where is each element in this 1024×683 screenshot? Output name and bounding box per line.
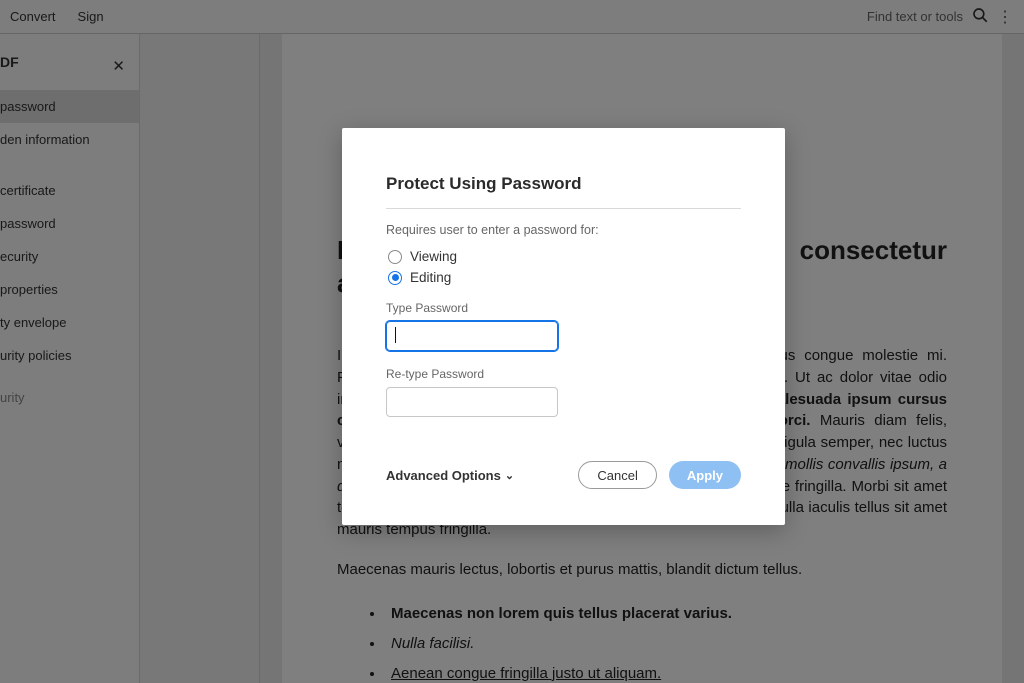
radio-icon <box>388 271 402 285</box>
retype-password-input[interactable] <box>386 387 558 417</box>
advanced-options-toggle[interactable]: Advanced Options ⌄ <box>386 468 514 483</box>
retype-password-label: Re-type Password <box>386 367 741 381</box>
chevron-down-icon: ⌄ <box>505 469 514 482</box>
advanced-options-label: Advanced Options <box>386 468 501 483</box>
type-password-label: Type Password <box>386 301 741 315</box>
radio-icon <box>388 250 402 264</box>
dialog-subtitle: Requires user to enter a password for: <box>386 223 741 237</box>
radio-editing-label: Editing <box>410 270 451 285</box>
radio-editing[interactable]: Editing <box>388 270 741 285</box>
dialog-title: Protect Using Password <box>386 174 741 209</box>
cancel-button[interactable]: Cancel <box>578 461 656 489</box>
type-password-input[interactable] <box>386 321 558 351</box>
apply-button[interactable]: Apply <box>669 461 741 489</box>
radio-viewing-label: Viewing <box>410 249 457 264</box>
protect-password-dialog: Protect Using Password Requires user to … <box>342 128 785 525</box>
radio-viewing[interactable]: Viewing <box>388 249 741 264</box>
